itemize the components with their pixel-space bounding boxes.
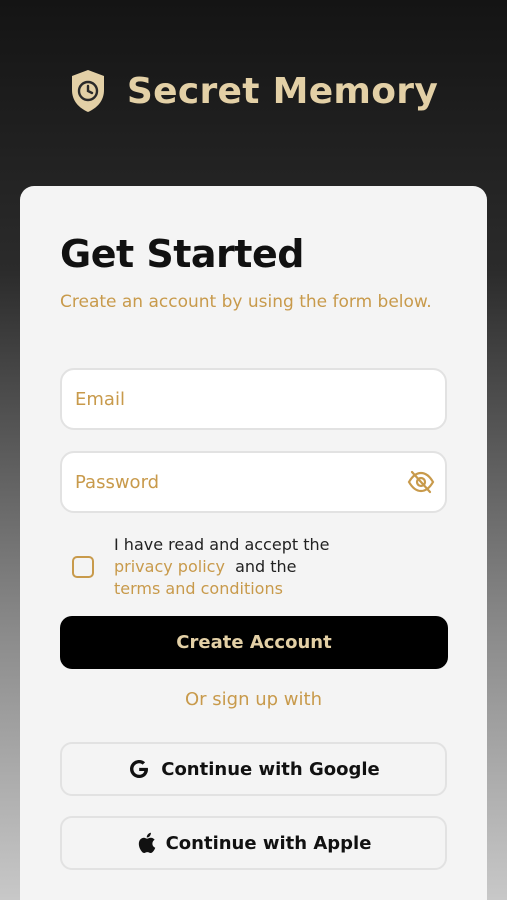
google-signup-button[interactable]: Continue with Google [60,742,447,796]
terms-prefix: I have read and accept the [114,535,330,554]
shield-clock-icon [69,68,107,114]
terms-middle: and the [235,557,297,576]
page-title: Get Started [60,232,304,276]
eye-off-icon[interactable] [407,470,435,498]
privacy-policy-link[interactable]: privacy policy [114,557,225,576]
terms-checkbox[interactable] [72,556,94,578]
brand-header: Secret Memory [0,68,507,114]
divider-text: Or sign up with [185,689,322,710]
app-title: Secret Memory [126,70,439,112]
signup-card: Get Started Create an account by using t… [20,186,487,900]
email-input[interactable] [62,370,445,428]
terms-conditions-link[interactable]: terms and conditions [114,579,283,598]
form-subtitle: Create an account by using the form belo… [60,292,432,312]
password-input[interactable] [62,453,445,511]
email-field [60,368,447,430]
apple-signup-button[interactable]: Continue with Apple [60,816,447,870]
terms-row: I have read and accept the privacy polic… [72,534,432,600]
create-account-button[interactable]: Create Account [60,616,448,669]
google-button-label: Continue with Google [161,758,380,780]
password-field [60,451,447,513]
apple-button-label: Continue with Apple [165,832,372,854]
terms-text: I have read and accept the privacy polic… [114,534,329,600]
apple-icon [136,831,156,855]
google-icon [127,757,151,781]
